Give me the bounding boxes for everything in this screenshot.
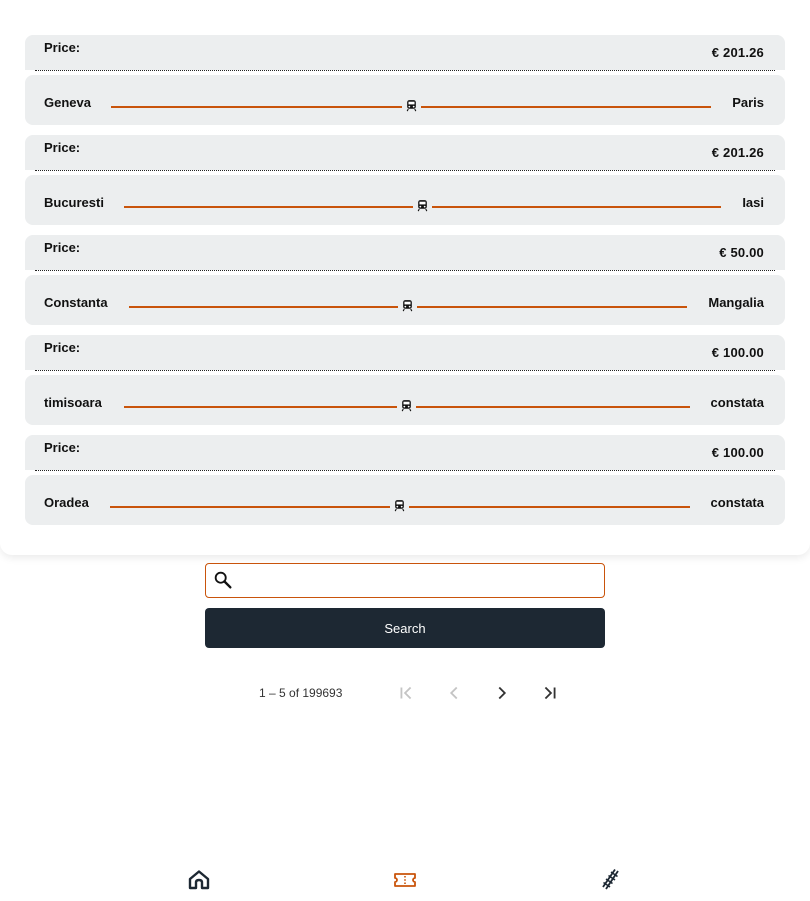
origin-city: Geneva [44, 95, 91, 110]
destination-city: Iasi [742, 195, 764, 210]
route-line [124, 206, 413, 208]
route-line [416, 406, 690, 408]
train-icon [417, 200, 428, 212]
dotted-divider [35, 170, 775, 171]
route-row: Constanta Mangalia [25, 275, 785, 325]
pagination-range: 1 – 5 of 199693 [259, 686, 343, 700]
price-value: € 50.00 [719, 245, 764, 260]
route-line [111, 106, 402, 108]
ticket-card[interactable]: Price: € 100.00 Oradea constata [25, 435, 785, 525]
origin-city: Constanta [44, 295, 108, 310]
price-label: Price: [44, 440, 81, 455]
previous-page-icon[interactable] [443, 682, 465, 704]
next-page-icon[interactable] [491, 682, 513, 704]
ticket-list: Price: € 201.26 Geneva Paris Price: € 20… [0, 0, 810, 555]
railway-icon[interactable] [599, 868, 623, 892]
route-line [417, 306, 687, 308]
first-page-icon[interactable] [395, 682, 417, 704]
price-strip: Price: € 100.00 [25, 335, 785, 370]
ticket-card[interactable]: Price: € 100.00 timisoara constata [25, 335, 785, 425]
destination-city: Paris [732, 95, 764, 110]
destination-city: Mangalia [708, 295, 764, 310]
price-value: € 100.00 [711, 345, 764, 360]
origin-city: timisoara [44, 395, 102, 410]
origin-city: Oradea [44, 495, 89, 510]
destination-city: constata [710, 495, 764, 510]
dotted-divider [35, 270, 775, 271]
train-icon [406, 100, 417, 112]
route-row: Oradea constata [25, 475, 785, 525]
price-label: Price: [44, 340, 81, 355]
route-line [110, 506, 390, 508]
price-value: € 201.26 [711, 45, 764, 60]
last-page-icon[interactable] [539, 682, 561, 704]
search-button[interactable]: Search [205, 608, 605, 648]
route-line [409, 506, 690, 508]
ticket-icon[interactable] [393, 868, 417, 892]
price-strip: Price: € 201.26 [25, 135, 785, 170]
dotted-divider [35, 370, 775, 371]
search-input[interactable] [240, 568, 599, 594]
dotted-divider [35, 470, 775, 471]
route-line [421, 106, 711, 108]
train-icon [401, 400, 412, 412]
price-strip: Price: € 50.00 [25, 235, 785, 270]
route-line [124, 406, 397, 408]
price-strip: Price: € 100.00 [25, 435, 785, 470]
dotted-divider [35, 70, 775, 71]
price-strip: Price: € 201.26 [25, 35, 785, 70]
route-line [129, 306, 398, 308]
destination-city: constata [710, 395, 764, 410]
price-value: € 100.00 [711, 445, 764, 460]
price-label: Price: [44, 240, 81, 255]
price-label: Price: [44, 140, 81, 155]
origin-city: Bucuresti [44, 195, 104, 210]
search-field[interactable] [205, 563, 605, 598]
route-line [432, 206, 721, 208]
train-icon [394, 500, 405, 512]
route-row: Bucuresti Iasi [25, 175, 785, 225]
route-row: Geneva Paris [25, 75, 785, 125]
price-label: Price: [44, 40, 81, 55]
home-icon[interactable] [187, 868, 211, 892]
ticket-card[interactable]: Price: € 201.26 Geneva Paris [25, 35, 785, 125]
price-value: € 201.26 [711, 145, 764, 160]
ticket-card[interactable]: Price: € 201.26 Bucuresti Iasi [25, 135, 785, 225]
route-row: timisoara constata [25, 375, 785, 425]
train-icon [402, 300, 413, 312]
search-icon [214, 571, 232, 589]
ticket-card[interactable]: Price: € 50.00 Constanta Mangalia [25, 235, 785, 325]
